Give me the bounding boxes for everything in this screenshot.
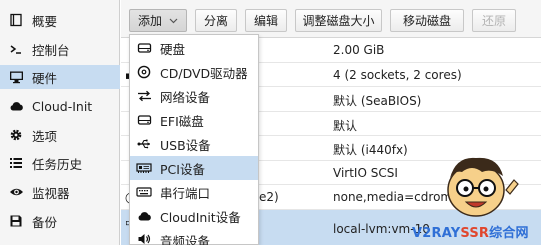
book-icon [8, 12, 24, 28]
toolbar: 添加 分离 编辑 调整磁盘大小 移动磁盘 还原 [121, 0, 541, 38]
add-hardware-menu: 硬盘 CD/DVD驱动器 网络设备 EFI磁盘 USB设备 PCI设备 串行端口… [129, 34, 259, 245]
revert-button-label: 还原 [481, 14, 506, 28]
eye-icon [8, 184, 24, 200]
hdd-icon [136, 112, 152, 128]
edit-button-label: 编辑 [254, 14, 279, 28]
sidebar-item-label: 控制台 [32, 42, 70, 58]
move-disk-button[interactable]: 移动磁盘 [390, 9, 464, 32]
cloud-icon [136, 208, 152, 224]
chevron-down-icon [168, 16, 178, 26]
sidebar-item-backup[interactable]: 备份 [0, 209, 120, 233]
watermark-part1: V2RAY [412, 226, 461, 241]
sidebar-item-label: 硬件 [32, 70, 58, 86]
sidebar-item-hardware[interactable]: 硬件 [0, 65, 120, 89]
sidebar-item-console[interactable]: 控制台 [0, 37, 120, 61]
menu-item-hard-disk[interactable]: 硬盘 [130, 36, 258, 60]
menu-item-usb-device[interactable]: USB设备 [130, 132, 258, 156]
watermark-part2: SSR [460, 226, 490, 241]
floppy-icon [8, 213, 24, 229]
menu-item-cd-dvd[interactable]: CD/DVD驱动器 [130, 60, 258, 84]
sidebar-item-label: 监视器 [32, 185, 70, 201]
row-value: 4 (2 sockets, 2 cores) [333, 67, 462, 82]
resize-disk-button[interactable]: 调整磁盘大小 [295, 9, 382, 32]
row-value: VirtIO SCSI [333, 165, 398, 180]
cdrom-icon [136, 64, 152, 80]
menu-item-audio-device[interactable]: 音频设备 [130, 228, 258, 245]
row-device-fragment: e2) [259, 190, 279, 204]
menu-item-pci-device[interactable]: PCI设备 [130, 156, 258, 180]
resize-disk-button-label: 调整磁盘大小 [302, 14, 375, 28]
pci-card-icon [136, 160, 152, 176]
detach-button[interactable]: 分离 [195, 9, 237, 32]
menu-item-label: PCI设备 [160, 161, 205, 177]
list-icon [8, 155, 24, 171]
sidebar-item-label: 选项 [32, 128, 58, 144]
row-value: 2.00 GiB [333, 43, 385, 57]
sidebar-item-monitor[interactable]: 监视器 [0, 180, 120, 204]
menu-item-serial-port[interactable]: 串行端口 [130, 180, 258, 204]
menu-item-cloudinit-device[interactable]: CloudInit设备 [130, 204, 258, 228]
move-disk-button-label: 移动磁盘 [402, 14, 451, 28]
edit-button[interactable]: 编辑 [245, 9, 287, 32]
sidebar-item-summary[interactable]: 概要 [0, 8, 120, 32]
menu-item-label: EFI磁盘 [160, 113, 204, 129]
sidebar: 概要 控制台 硬件 Cloud-Init 选项 任务历史 监视器 备份 [0, 0, 120, 245]
sidebar-item-label: Cloud-Init [32, 98, 93, 114]
keyboard-icon [136, 184, 152, 200]
add-button[interactable]: 添加 [129, 9, 187, 32]
detach-button-label: 分离 [204, 14, 229, 28]
row-value: 默认 (i440fx) [333, 143, 408, 157]
menu-item-label: USB设备 [160, 137, 211, 153]
menu-item-label: CloudInit设备 [160, 209, 241, 225]
sidebar-item-label: 任务历史 [32, 156, 83, 172]
network-arrows-icon [136, 88, 152, 104]
menu-item-efi-disk[interactable]: EFI磁盘 [130, 108, 258, 132]
hdd-icon [136, 40, 152, 56]
row-value: 默认 (SeaBIOS) [333, 94, 422, 108]
menu-item-label: CD/DVD驱动器 [160, 65, 248, 81]
usb-icon [136, 136, 152, 152]
sidebar-item-cloud-init[interactable]: Cloud-Init [0, 94, 120, 118]
revert-button[interactable]: 还原 [472, 9, 516, 32]
gear-icon [8, 127, 24, 143]
menu-item-label: 硬盘 [160, 41, 186, 57]
desktop-icon [8, 69, 24, 85]
menu-item-label: 网络设备 [160, 89, 211, 105]
speaker-icon [136, 231, 152, 245]
terminal-icon [8, 41, 24, 57]
row-value: 默认 [333, 118, 358, 133]
sidebar-item-options[interactable]: 选项 [0, 123, 120, 147]
cloud-icon [8, 98, 24, 114]
sidebar-item-task-history[interactable]: 任务历史 [0, 151, 120, 175]
sidebar-item-label: 备份 [32, 214, 58, 230]
add-button-label: 添加 [138, 14, 163, 28]
menu-item-label: 音频设备 [160, 234, 211, 245]
watermark-part3: 综合网 [489, 226, 529, 241]
sidebar-item-label: 概要 [32, 13, 58, 29]
menu-item-network-device[interactable]: 网络设备 [130, 84, 258, 108]
menu-item-label: 串行端口 [160, 185, 211, 201]
watermark-text: V2RAYSSR综合网 [412, 222, 529, 241]
